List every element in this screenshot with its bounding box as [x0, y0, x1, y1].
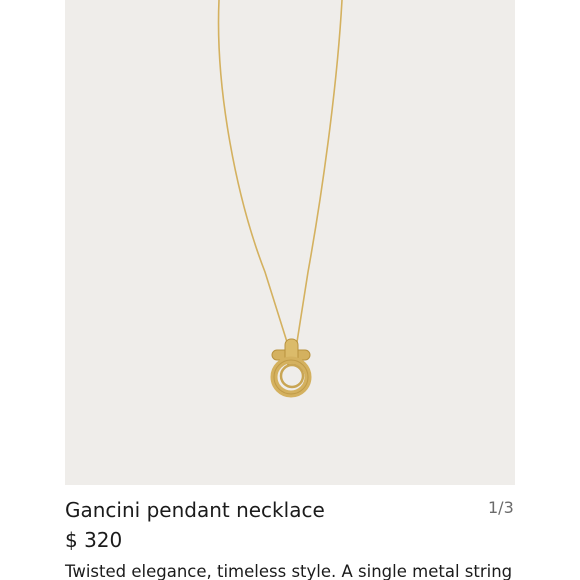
necklace-chain	[217, 0, 288, 343]
product-description: Twisted elegance, timeless style. A sing…	[65, 562, 513, 580]
image-page-indicator: 1/3	[488, 498, 514, 517]
product-price: $ 320	[65, 528, 123, 552]
pendant-ring-inner	[279, 363, 305, 389]
necklace-illustration	[217, 0, 343, 398]
necklace-chain	[296, 0, 343, 343]
product-image[interactable]	[65, 0, 515, 485]
product-title: Gancini pendant necklace	[65, 498, 325, 522]
